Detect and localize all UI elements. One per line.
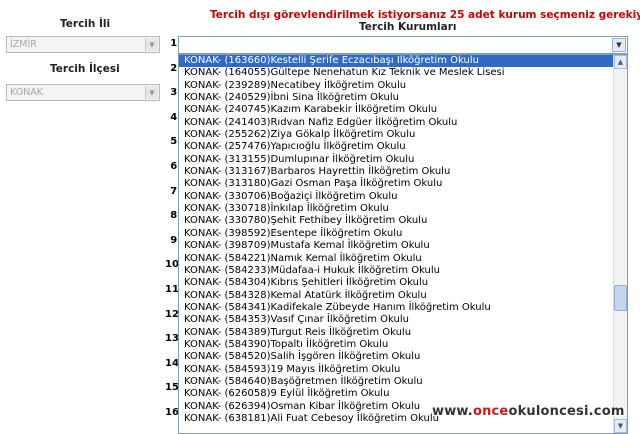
dropdown-option[interactable]: KONAK- (584221)Namık Kemal İlköğretim Ok…	[179, 253, 627, 265]
dropdown-option[interactable]: KONAK- (330718)İnkılap İlköğretim Okulu	[179, 203, 627, 215]
tercih-1-select[interactable]: ▼	[178, 36, 628, 54]
tercih-ili-title: Tercih İli	[60, 18, 111, 30]
tercih-ilcesi-value: KONAK	[10, 87, 44, 98]
dropdown-option[interactable]: KONAK- (398592)Esentepe İlköğretim Okulu	[179, 228, 627, 240]
dropdown-option[interactable]: KONAK- (584593)19 Mayıs İlköğretim Okulu	[179, 364, 627, 376]
warning-message: Tercih dışı görevlendirilmek istiyorsanı…	[210, 9, 640, 21]
dropdown-option[interactable]: KONAK- (584233)Müdafaa-i Hukuk İlköğreti…	[179, 265, 627, 277]
dropdown-option[interactable]: KONAK- (584520)Salih İşgören İlköğretim …	[179, 351, 627, 363]
dropdown-option[interactable]: KONAK- (164055)Gültepe Nenehatun Kız Tek…	[179, 67, 627, 79]
dropdown-option[interactable]: KONAK- (313180)Gazi Osman Paşa İlköğreti…	[179, 178, 627, 190]
chevron-down-icon[interactable]: ▼	[612, 38, 626, 52]
kurum-dropdown-list[interactable]: KONAK- (163660)Kestelli Şerife Eczacıbaş…	[178, 54, 628, 434]
dropdown-option[interactable]: KONAK- (330780)Şehit Fethibey İlköğretim…	[179, 215, 627, 227]
dropdown-option[interactable]: KONAK- (584304)Kıbrıs Şehitleri İlköğret…	[179, 277, 627, 289]
tercih-ili-select[interactable]: İZMİR ▼	[6, 36, 160, 53]
watermark-okuloncesi: okuloncesi	[508, 404, 589, 419]
watermark-com: .com	[588, 404, 625, 419]
chevron-down-icon[interactable]: ▼	[145, 86, 158, 99]
tercih-ilcesi-select[interactable]: KONAK ▼	[6, 84, 160, 101]
dropdown-option[interactable]: KONAK- (398709)Mustafa Kemal İlköğretim …	[179, 240, 627, 252]
tercih-kurumlari-title: Tercih Kurumları	[359, 21, 457, 33]
chevron-up-icon[interactable]: ▲	[614, 55, 627, 69]
dropdown-option[interactable]: KONAK- (313155)Dumlupınar İlköğretim Oku…	[179, 154, 627, 166]
watermark-www: www.	[432, 404, 473, 419]
dropdown-option[interactable]: KONAK- (584640)Başöğretmen İlköğretim Ok…	[179, 376, 627, 388]
dropdown-scrollbar[interactable]: ▲ ▼	[613, 55, 627, 433]
dropdown-option[interactable]: KONAK- (584390)Topaltı İlköğretim Okulu	[179, 339, 627, 351]
dropdown-option[interactable]: KONAK- (239289)Necatibey İlköğretim Okul…	[179, 80, 627, 92]
chevron-down-icon[interactable]: ▼	[614, 419, 627, 433]
tercih-ilcesi-title: Tercih İlçesi	[50, 63, 120, 75]
chevron-down-icon[interactable]: ▼	[145, 38, 158, 51]
tercih-ili-value: İZMİR	[10, 39, 37, 50]
dropdown-option[interactable]: KONAK- (240745)Kazım Karabekir İlköğreti…	[179, 104, 627, 116]
dropdown-option[interactable]: KONAK- (257476)Yapıcıoğlu İlköğretim Oku…	[179, 141, 627, 153]
dropdown-option[interactable]: KONAK- (240529)İbni Sina İlköğretim Okul…	[179, 92, 627, 104]
dropdown-option[interactable]: KONAK- (255262)Ziya Gökalp İlköğretim Ok…	[179, 129, 627, 141]
dropdown-option[interactable]: KONAK- (626058)9 Eylül İlköğretim Okulu	[179, 388, 627, 400]
dropdown-option[interactable]: KONAK- (313167)Barbaros Hayrettin İlköğr…	[179, 166, 627, 178]
dropdown-option[interactable]: KONAK- (330706)Boğaziçi İlköğretim Okulu	[179, 191, 627, 203]
dropdown-option[interactable]: KONAK- (584353)Vasıf Çınar İlköğretim Ok…	[179, 314, 627, 326]
dropdown-option[interactable]: KONAK- (584389)Turgut Reis İlköğretim Ok…	[179, 327, 627, 339]
dropdown-option[interactable]: KONAK- (241403)Rıdvan Nafiz Edgüer İlköğ…	[179, 117, 627, 129]
site-watermark: www.onceokuloncesi.com	[432, 404, 625, 419]
dropdown-option[interactable]: KONAK- (584341)Kadifekale Zübeyde Hanım …	[179, 302, 627, 314]
dropdown-option[interactable]: KONAK- (163660)Kestelli Şerife Eczacıbaş…	[179, 55, 627, 68]
scrollbar-thumb[interactable]	[614, 285, 627, 311]
watermark-once: once	[472, 404, 509, 419]
dropdown-option[interactable]: KONAK- (584328)Kemal Atatürk İlköğretim …	[179, 290, 627, 302]
